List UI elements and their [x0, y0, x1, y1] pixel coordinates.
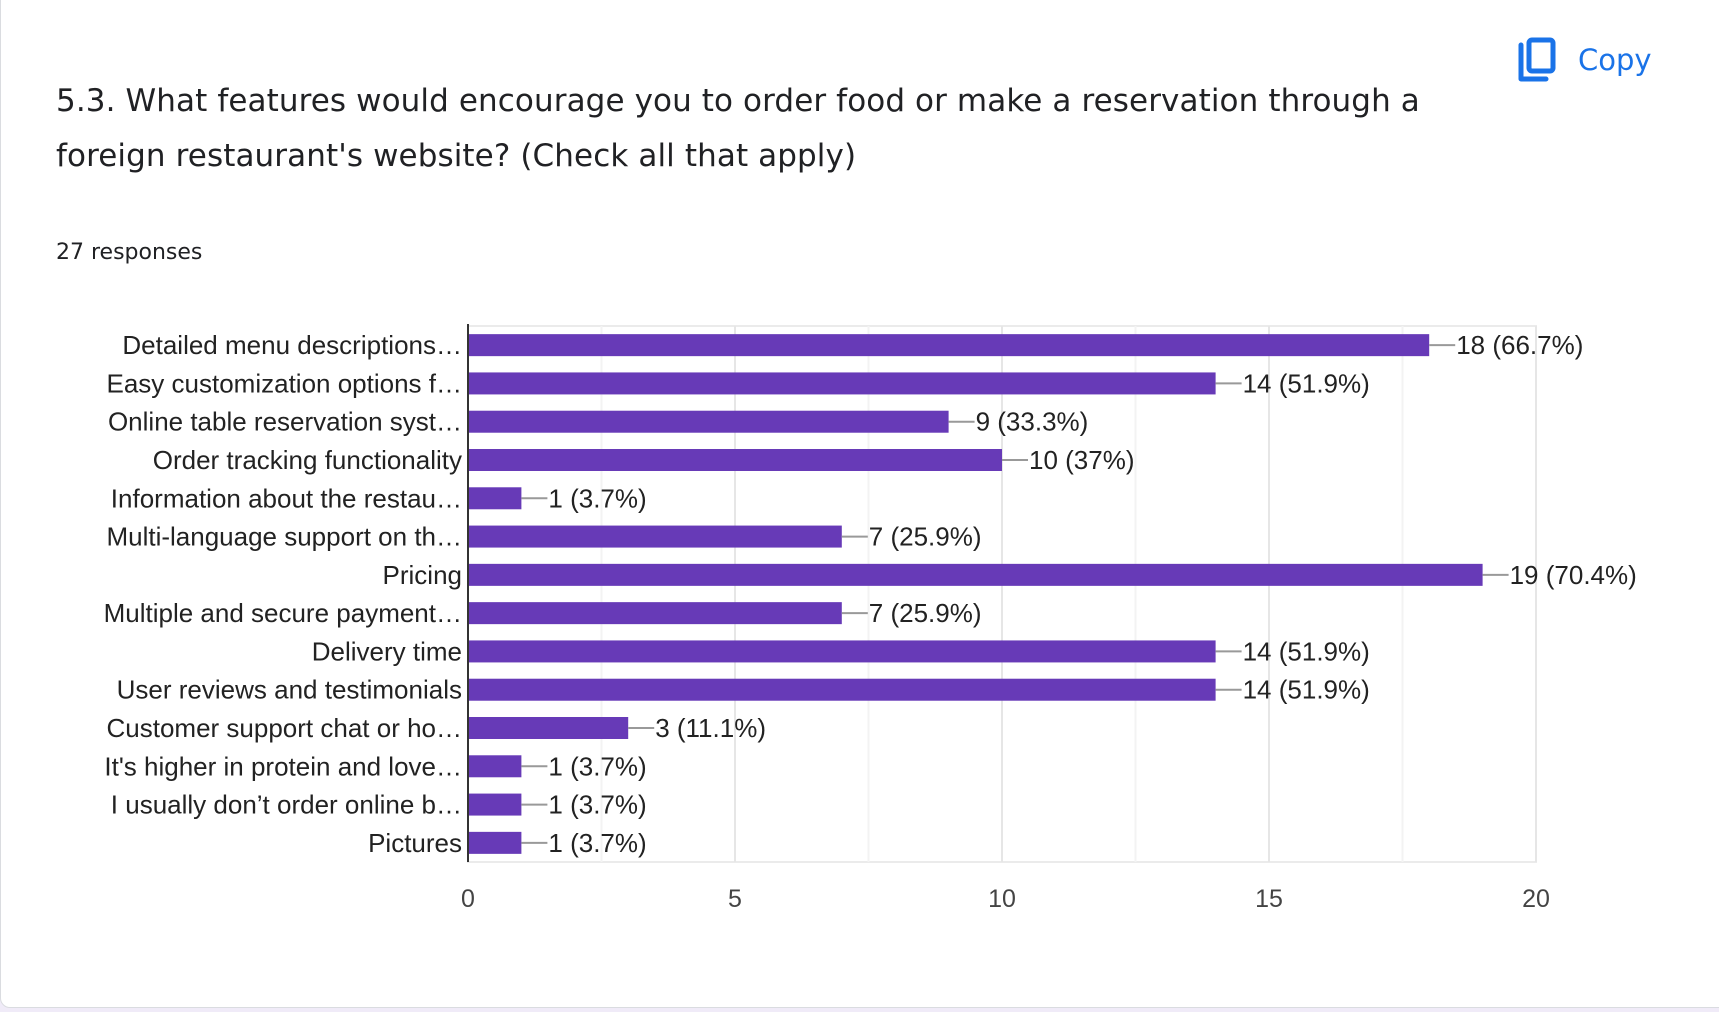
data-label: 1 (3.7%) [548, 751, 646, 781]
category-label: Customer support chat or ho… [107, 713, 463, 743]
bar [468, 372, 1216, 395]
category-label: Easy customization options f… [107, 368, 463, 398]
bar [468, 717, 629, 739]
x-tick-label: 20 [1522, 885, 1550, 913]
bar [468, 793, 522, 816]
data-label: 10 (37%) [1029, 445, 1135, 475]
category-label: Pricing [383, 560, 462, 590]
bar [468, 755, 522, 778]
data-label: 3 (11.1%) [655, 713, 766, 743]
data-label: 7 (25.9%) [869, 522, 982, 552]
category-label: Delivery time [312, 636, 462, 666]
category-label: It's higher in protein and love… [104, 751, 462, 781]
category-label: Information about the restau… [111, 483, 462, 513]
bar [468, 487, 522, 510]
data-label: 14 (51.9%) [1243, 368, 1370, 398]
bar [468, 563, 1483, 586]
data-label: 7 (25.9%) [869, 598, 982, 628]
data-label: 9 (33.3%) [976, 407, 1089, 437]
category-label: Online table reservation syst… [108, 407, 462, 437]
data-label: 18 (66.7%) [1456, 330, 1583, 360]
category-label: Detailed menu descriptions… [122, 330, 462, 360]
data-label: 1 (3.7%) [548, 828, 646, 858]
category-label: Multiple and secure payment… [104, 598, 462, 628]
data-label: 1 (3.7%) [548, 790, 646, 820]
bar [468, 678, 1216, 701]
bar [468, 449, 1002, 471]
x-tick-label: 15 [1255, 885, 1283, 913]
bar [468, 525, 842, 548]
x-tick-label: 5 [728, 885, 742, 913]
category-label: Order tracking functionality [153, 445, 462, 475]
category-label: User reviews and testimonials [117, 675, 462, 705]
bar [468, 831, 522, 854]
x-tick-label: 0 [461, 885, 475, 913]
category-label: Pictures [368, 828, 462, 858]
category-label: Multi-language support on th… [106, 522, 462, 552]
bar [468, 334, 1430, 357]
data-label: 1 (3.7%) [548, 483, 646, 513]
x-tick-label: 10 [988, 885, 1016, 913]
data-label: 14 (51.9%) [1243, 636, 1370, 666]
bar-chart: 0 5 10 15 20 Detailed menu descriptions… 18 (6… [104, 324, 1637, 913]
data-label: 14 (51.9%) [1243, 675, 1370, 705]
bar [468, 640, 1216, 663]
data-label: 19 (70.4%) [1510, 560, 1637, 590]
bar [468, 602, 842, 625]
category-label: I usually don’t order online b… [111, 790, 462, 820]
bar [468, 410, 949, 433]
